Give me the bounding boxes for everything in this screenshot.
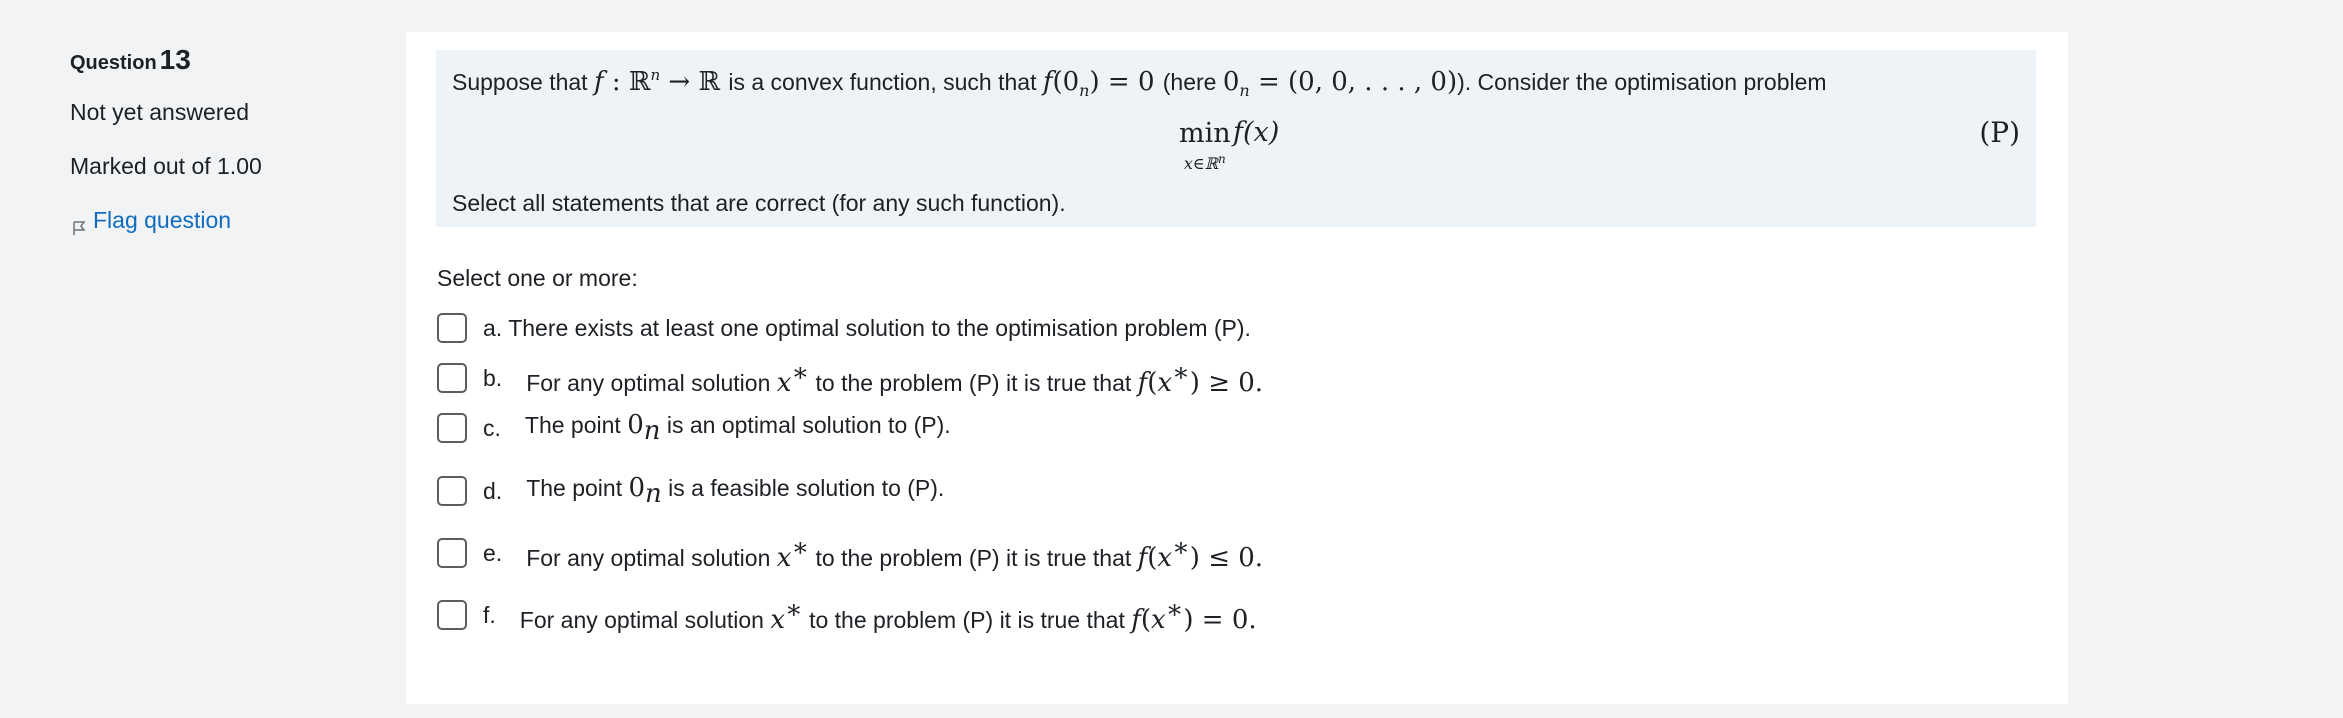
- answer-prompt: Select one or more:: [437, 265, 638, 291]
- option-b-checkbox[interactable]: [437, 363, 467, 393]
- option-f[interactable]: f. For any optimal solution x∗ to the pr…: [437, 595, 1257, 635]
- option-d-checkbox[interactable]: [437, 476, 467, 506]
- question-number-value: 13: [159, 44, 191, 75]
- option-a-text: There exists at least one optimal soluti…: [508, 314, 1251, 341]
- objective-function: f(x): [1233, 117, 1280, 148]
- question-info: Question 13 Not yet answered Marked out o…: [70, 40, 370, 235]
- question-formulation: Suppose that f : ℝn → ℝ is a convex func…: [436, 50, 2036, 227]
- question-state: Not yet answered: [70, 99, 249, 125]
- option-c-text: The point 0n is an optimal solution to (…: [524, 410, 951, 446]
- option-b[interactable]: b. For any optimal solution x∗ to the pr…: [437, 358, 1263, 398]
- option-e[interactable]: e. For any optimal solution x∗ to the pr…: [437, 533, 1263, 573]
- option-e-checkbox[interactable]: [437, 538, 467, 568]
- question-label: Question: [70, 52, 157, 74]
- option-e-text: For any optimal solution x∗ to the probl…: [526, 533, 1264, 573]
- min-operator: min x∈ℝn: [1179, 118, 1231, 173]
- option-c[interactable]: c. The point 0n is an optimal solution t…: [437, 410, 951, 446]
- option-d-text: The point 0n is a feasible solution to (…: [526, 473, 945, 509]
- option-f-text: For any optimal solution x∗ to the probl…: [519, 595, 1257, 635]
- option-c-checkbox[interactable]: [437, 413, 467, 443]
- question-text: Suppose that f : ℝn → ℝ is a convex func…: [452, 66, 1827, 100]
- flag-question-label[interactable]: Flag question: [93, 205, 231, 235]
- option-d[interactable]: d. The point 0n is a feasible solution t…: [437, 473, 945, 509]
- flag-icon[interactable]: [70, 214, 90, 235]
- flag-question-link[interactable]: Flag question: [70, 205, 370, 235]
- option-b-text: For any optimal solution x∗ to the probl…: [526, 358, 1264, 398]
- option-f-checkbox[interactable]: [437, 600, 467, 630]
- question-instruction: Select all statements that are correct (…: [452, 190, 1066, 216]
- question-grade: Marked out of 1.00: [70, 153, 262, 179]
- question-number: Question 13: [70, 40, 370, 83]
- equation-tag: (P): [1979, 116, 2020, 149]
- question-content: Suppose that f : ℝn → ℝ is a convex func…: [406, 32, 2068, 704]
- option-a-checkbox[interactable]: [437, 313, 467, 343]
- option-a[interactable]: a. There exists at least one optimal sol…: [437, 312, 1251, 344]
- problem-equation: min x∈ℝn f(x) (P): [436, 118, 2036, 178]
